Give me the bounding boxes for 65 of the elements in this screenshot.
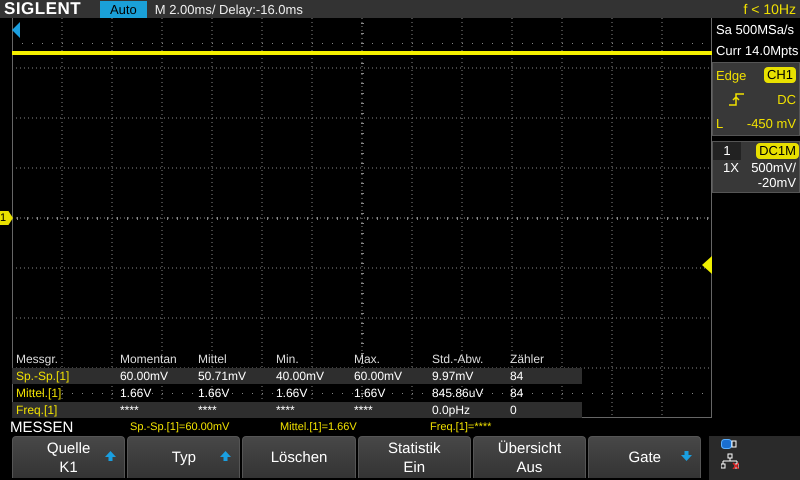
- measurement-name: Sp.-Sp.[1]: [16, 368, 70, 384]
- timebase-readout: M 2.00ms/ Delay:-16.0ms: [154, 2, 303, 16]
- trigger-type: Edge: [716, 68, 747, 83]
- channel-number: 1: [713, 142, 741, 160]
- table-cell-text: 1.66V: [120, 385, 152, 401]
- table-cell-text: 84: [510, 368, 524, 384]
- table-cell-text: 1.66V: [276, 385, 308, 401]
- column-header: Momentan: [120, 351, 178, 367]
- trigger-level-value: -450 mV: [746, 116, 796, 131]
- table-cell-text: 9.97mV: [432, 368, 474, 384]
- trigger-panel[interactable]: Edge CH1 DC L -450 mV: [712, 62, 800, 136]
- table-cell-text: 0.0pHz: [432, 402, 472, 418]
- table-cell-text: 40.00mV: [276, 368, 326, 384]
- softkey[interactable]: Gate: [588, 436, 702, 478]
- softkey[interactable]: Übersicht Aus: [472, 436, 586, 478]
- trigger-level-label: L: [716, 116, 724, 131]
- table-cell-text: 845.86uV: [432, 385, 484, 401]
- acquisition-mode-badge: Auto: [100, 0, 147, 18]
- network-disconnected-icon: [721, 453, 740, 469]
- table-cell-text: ****: [276, 402, 296, 418]
- column-header: Min.: [276, 351, 300, 367]
- trigger-source-badge: CH1: [764, 67, 796, 84]
- measurement-readout: Sp.-Sp.[1]=60.00mV: [130, 421, 230, 433]
- table-cell-text: ****: [198, 402, 218, 418]
- table-cell-text: ****: [354, 402, 374, 418]
- column-header: Max.: [354, 351, 382, 367]
- table-cell-text: 0: [510, 402, 518, 418]
- menu-title: MESSEN: [10, 418, 74, 436]
- up-arrow-icon: [220, 451, 232, 461]
- softkey[interactable]: Quelle K1: [12, 436, 126, 478]
- probe-ratio: 1X: [723, 160, 739, 175]
- measurement-name: Mittel.[1]: [16, 385, 62, 401]
- sample-rate: Sa 500MSa/s: [715, 21, 796, 39]
- memory-depth: Curr 14.0Mpts: [715, 42, 800, 60]
- vertical-scale: 500mV/: [751, 160, 796, 175]
- softkey[interactable]: Typ: [127, 436, 240, 478]
- trigger-position-marker[interactable]: [12, 22, 20, 38]
- column-header: Std.-Abw.: [432, 351, 484, 367]
- table-cell-text: 1.66V: [198, 385, 230, 401]
- measurement-readout: Freq.[1]=****: [430, 421, 492, 433]
- channel-marker[interactable]: 1: [0, 211, 13, 225]
- measurement-name: Freq.[1]: [16, 402, 58, 418]
- channel-coupling-badge: DC1M: [756, 143, 799, 159]
- column-header: Messgr.: [16, 351, 60, 367]
- usb-device-icon: [721, 439, 738, 449]
- measurement-readout: Mittel.[1]=1.66V: [280, 421, 358, 433]
- column-header: Zähler: [510, 351, 546, 367]
- table-cell-text: 84: [510, 385, 524, 401]
- brand-logo: SIGLENT: [4, 0, 82, 18]
- table-cell-text: ****: [120, 402, 140, 418]
- column-header: Mittel: [198, 351, 228, 367]
- table-cell-text: 60.00mV: [120, 368, 170, 384]
- softkey[interactable]: Statistik Ein: [358, 436, 471, 478]
- vertical-offset: -20mV: [756, 175, 797, 190]
- softkey[interactable]: Löschen: [242, 436, 356, 478]
- table-cell-text: 1.66V: [354, 385, 386, 401]
- table-cell-text: 50.71mV: [198, 368, 248, 384]
- trigger-frequency: f < 10Hz: [743, 1, 797, 17]
- channel-panel[interactable]: 1 DC1M 1X 500mV/ -20mV: [712, 141, 800, 193]
- up-arrow-icon: [105, 451, 116, 461]
- table-cell-text: 60.00mV: [354, 368, 404, 384]
- rising-edge-icon: [729, 92, 746, 106]
- down-arrow-icon: [681, 451, 692, 461]
- trigger-level-marker[interactable]: [702, 256, 712, 274]
- trigger-coupling: DC: [777, 92, 796, 107]
